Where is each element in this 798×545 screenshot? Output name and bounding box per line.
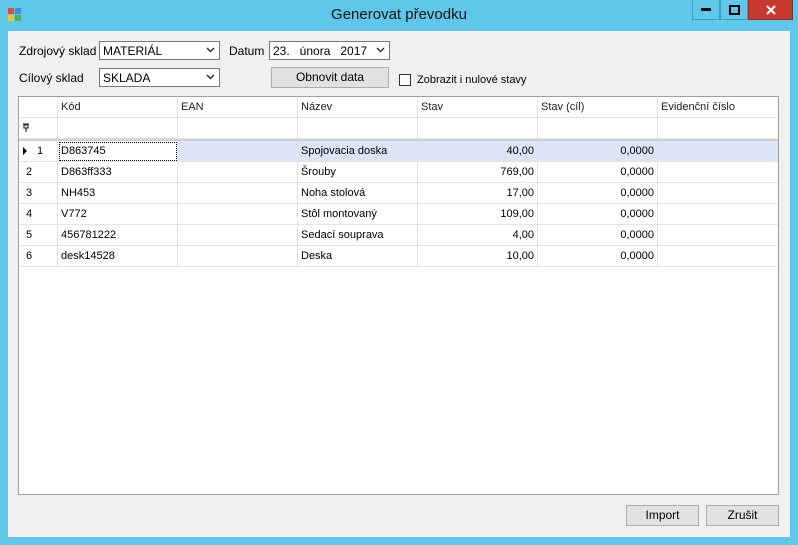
source-warehouse-label: Zdrojový sklad: [19, 44, 97, 58]
row-header[interactable]: 3: [19, 183, 58, 204]
cell-ean[interactable]: [178, 162, 298, 183]
window-title: Generovat převodku: [331, 6, 467, 23]
close-button[interactable]: [748, 0, 793, 20]
cell-evidencni-cislo[interactable]: [658, 141, 778, 162]
target-warehouse-label: Cílový sklad: [19, 71, 84, 85]
row-header[interactable]: 2: [19, 162, 58, 183]
row-header[interactable]: 6: [19, 246, 58, 267]
row-number: 2: [26, 166, 33, 178]
maximize-button[interactable]: [720, 0, 748, 20]
minimize-icon: [701, 7, 711, 11]
cell-kod[interactable]: 456781222: [58, 225, 178, 246]
cell-ean[interactable]: [178, 141, 298, 162]
chevron-down-icon: [206, 74, 215, 80]
cell-evidencni-cislo[interactable]: [658, 246, 778, 267]
cell-evidencni-cislo[interactable]: [658, 162, 778, 183]
cell-nazev[interactable]: Spojovacia doska: [298, 141, 418, 162]
row-header[interactable]: 4: [19, 204, 58, 225]
column-header-ean[interactable]: EAN: [178, 97, 298, 118]
close-icon: [765, 4, 776, 15]
column-header-nazev[interactable]: Název: [298, 97, 418, 118]
cell-stav[interactable]: 769,00: [418, 162, 538, 183]
date-value: 23. února 2017: [273, 44, 368, 58]
table-row[interactable]: 3 NH453 Noha stolová 17,00 0,0000: [19, 183, 778, 204]
column-header-stav-cil[interactable]: Stav (cíl): [538, 97, 658, 118]
date-picker[interactable]: 23. února 2017: [269, 41, 390, 60]
table-row[interactable]: 2 D863ff333 Šrouby 769,00 0,0000: [19, 162, 778, 183]
row-number: 4: [26, 208, 33, 220]
table-row[interactable]: 1 D863745 Spojovacia doska 40,00 0,0000: [19, 141, 778, 162]
grid-header: Kód EAN Název Stav Stav (cíl) Evidenční …: [19, 97, 778, 118]
target-warehouse-value: SKLADA: [103, 71, 151, 85]
cell-ean[interactable]: [178, 183, 298, 204]
cancel-button[interactable]: Zrušit: [706, 505, 779, 526]
cell-kod[interactable]: desk14528: [58, 246, 178, 267]
cell-stav[interactable]: 17,00: [418, 183, 538, 204]
row-header[interactable]: 1: [19, 141, 58, 162]
chevron-down-icon: [376, 47, 385, 53]
cell-evidencni-cislo[interactable]: [658, 183, 778, 204]
table-row[interactable]: 5 456781222 Sedací souprava 4,00 0,0000: [19, 225, 778, 246]
filter-input-evidencni-cislo[interactable]: [658, 118, 778, 139]
date-label: Datum: [229, 44, 265, 58]
refresh-data-button[interactable]: Obnovit data: [271, 67, 389, 88]
show-zero-checkbox[interactable]: [399, 74, 411, 86]
table-row[interactable]: 6 desk14528 Deska 10,00 0,0000: [19, 246, 778, 267]
cell-evidencni-cislo[interactable]: [658, 204, 778, 225]
source-warehouse-value: MATERIÁL: [103, 44, 163, 58]
table-row[interactable]: 4 V772 Stôl montovaný 109,00 0,0000: [19, 204, 778, 225]
cell-stav-cil[interactable]: 0,0000: [538, 204, 658, 225]
cell-nazev[interactable]: Sedací souprava: [298, 225, 418, 246]
cell-kod[interactable]: D863745: [58, 141, 178, 162]
cell-nazev[interactable]: Stôl montovaný: [298, 204, 418, 225]
filter-row: [19, 118, 778, 139]
cell-ean[interactable]: [178, 204, 298, 225]
maximize-icon: [728, 4, 740, 15]
source-warehouse-select[interactable]: MATERIÁL: [99, 41, 220, 60]
dialog-body: Zdrojový sklad MATERIÁL Datum 23. února …: [8, 31, 790, 537]
filter-input-stav[interactable]: [418, 118, 538, 139]
cell-kod[interactable]: D863ff333: [58, 162, 178, 183]
items-grid[interactable]: Kód EAN Název Stav Stav (cíl) Evidenční …: [18, 96, 779, 495]
corner-header: [19, 97, 58, 118]
filter-input-kod[interactable]: [58, 118, 178, 139]
cell-nazev[interactable]: Noha stolová: [298, 183, 418, 204]
cell-evidencni-cislo[interactable]: [658, 225, 778, 246]
row-number: 5: [26, 229, 33, 241]
cell-stav[interactable]: 40,00: [418, 141, 538, 162]
cell-kod[interactable]: V772: [58, 204, 178, 225]
filter-input-stav-cil[interactable]: [538, 118, 658, 139]
show-zero-label: Zobrazit i nulové stavy: [417, 74, 527, 86]
minimize-button[interactable]: [692, 0, 720, 20]
row-number: 6: [26, 250, 33, 262]
column-header-evidencni-cislo[interactable]: Evidenční číslo: [658, 97, 778, 118]
cell-nazev[interactable]: Deska: [298, 246, 418, 267]
cell-ean[interactable]: [178, 225, 298, 246]
filter-input-ean[interactable]: [178, 118, 298, 139]
cell-stav[interactable]: 10,00: [418, 246, 538, 267]
titlebar[interactable]: Generovat převodku: [0, 0, 798, 30]
cell-stav[interactable]: 4,00: [418, 225, 538, 246]
cell-kod[interactable]: NH453: [58, 183, 178, 204]
filter-icon: [23, 123, 29, 132]
cell-ean[interactable]: [178, 246, 298, 267]
cell-stav[interactable]: 109,00: [418, 204, 538, 225]
filter-input-nazev[interactable]: [298, 118, 418, 139]
import-button[interactable]: Import: [626, 505, 699, 526]
row-number: 3: [26, 187, 33, 199]
chevron-down-icon: [206, 47, 215, 53]
column-header-kod[interactable]: Kód: [58, 97, 178, 118]
cell-stav-cil[interactable]: 0,0000: [538, 141, 658, 162]
cell-stav-cil[interactable]: 0,0000: [538, 162, 658, 183]
cell-stav-cil[interactable]: 0,0000: [538, 225, 658, 246]
cell-nazev[interactable]: Šrouby: [298, 162, 418, 183]
column-header-stav[interactable]: Stav: [418, 97, 538, 118]
row-header[interactable]: 5: [19, 225, 58, 246]
filter-cell: [19, 118, 58, 139]
target-warehouse-select[interactable]: SKLADA: [99, 68, 220, 87]
cell-stav-cil[interactable]: 0,0000: [538, 183, 658, 204]
row-pointer-icon: [23, 147, 27, 155]
cell-stav-cil[interactable]: 0,0000: [538, 246, 658, 267]
window: Generovat převodku Zdrojový sklad MATERI…: [0, 0, 798, 545]
